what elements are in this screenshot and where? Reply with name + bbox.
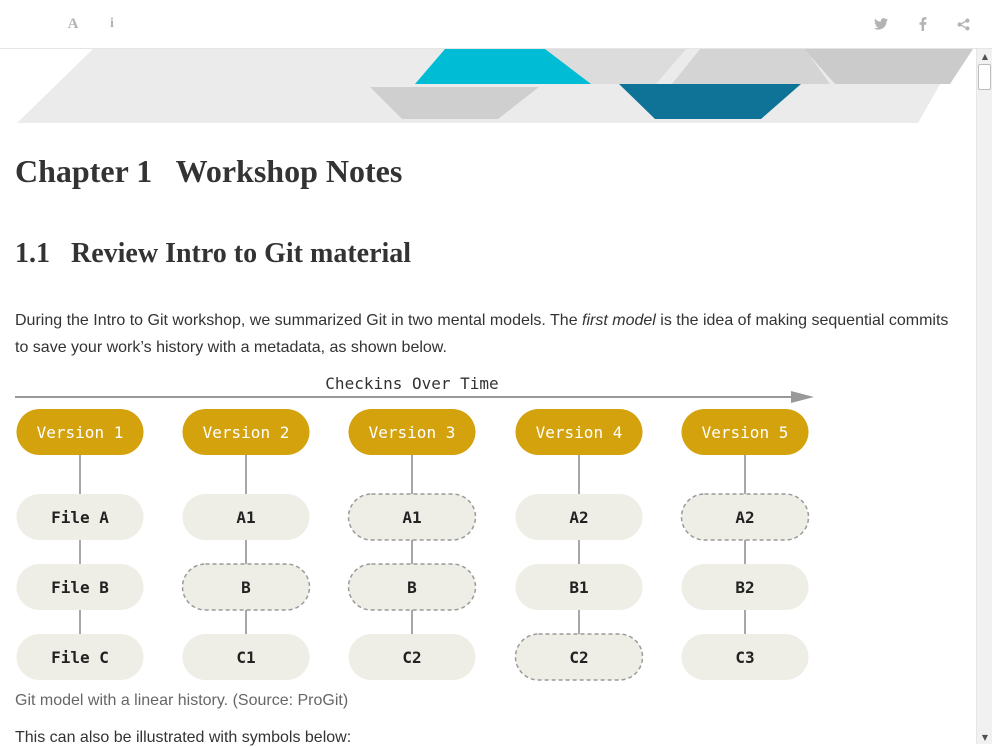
chapter-title: Chapter 1 Workshop Notes [15,153,403,189]
file-label: A1 [402,508,421,527]
file-label: File B [51,578,109,597]
version-label: Version 3 [369,423,456,442]
file-label: B2 [735,578,754,597]
facebook-icon [919,17,927,31]
twitter-share-button[interactable] [869,12,893,36]
version-label: Version 2 [203,423,290,442]
book-toolbar: A i [0,0,992,49]
scrollbar-thumb[interactable] [978,64,991,90]
twitter-icon [874,18,888,30]
share-icon [957,18,969,30]
diagram-header: Checkins Over Time [325,374,498,393]
git-linear-history-figure: Checkins Over Time Version 1 File A File B… [15,371,815,694]
git-history-diagram: Checkins Over Time Version 1 File A File B… [15,374,814,681]
file-label: B [407,578,417,597]
paragraph-text-1: During the Intro to Git workshop, we sum… [15,312,583,329]
font-settings-button[interactable]: A [61,12,85,36]
file-label: C2 [569,648,588,667]
book-content: Chapter 1 Workshop Notes 1.1 Review Intr… [15,49,973,746]
symbols-paragraph: This can also be illustrated with symbol… [15,729,352,746]
version-label: Version 4 [536,423,623,442]
version-label: Version 5 [702,423,789,442]
figure-caption: Git model with a linear history. (Source… [15,692,349,709]
file-label: A1 [236,508,255,527]
file-label: C3 [735,648,754,667]
scroll-up-icon[interactable]: ▲ [977,49,992,63]
file-label: C2 [402,648,421,667]
file-label: A2 [569,508,588,527]
file-label: C1 [236,648,255,667]
file-label: A2 [735,508,754,527]
font-settings-icon: A [67,15,79,32]
vertical-scrollbar[interactable]: ▲ ▼ [976,49,992,744]
intro-paragraph: During the Intro to Git workshop, we sum… [15,307,950,361]
timeline-arrow-head [791,391,814,403]
info-button[interactable]: i [100,12,124,36]
info-icon: i [110,16,114,31]
version-label: Version 1 [37,423,124,442]
file-label: File C [51,648,109,667]
scroll-down-icon[interactable]: ▼ [977,730,992,744]
file-label: File A [51,508,109,527]
file-label: B1 [569,578,588,597]
section-title: 1.1 Review Intro to Git material [15,238,412,269]
paragraph-emphasis: first model [582,312,656,329]
share-button[interactable] [951,12,975,36]
facebook-share-button[interactable] [911,12,935,36]
chapter-banner-image [17,49,973,123]
file-label: B [241,578,251,597]
